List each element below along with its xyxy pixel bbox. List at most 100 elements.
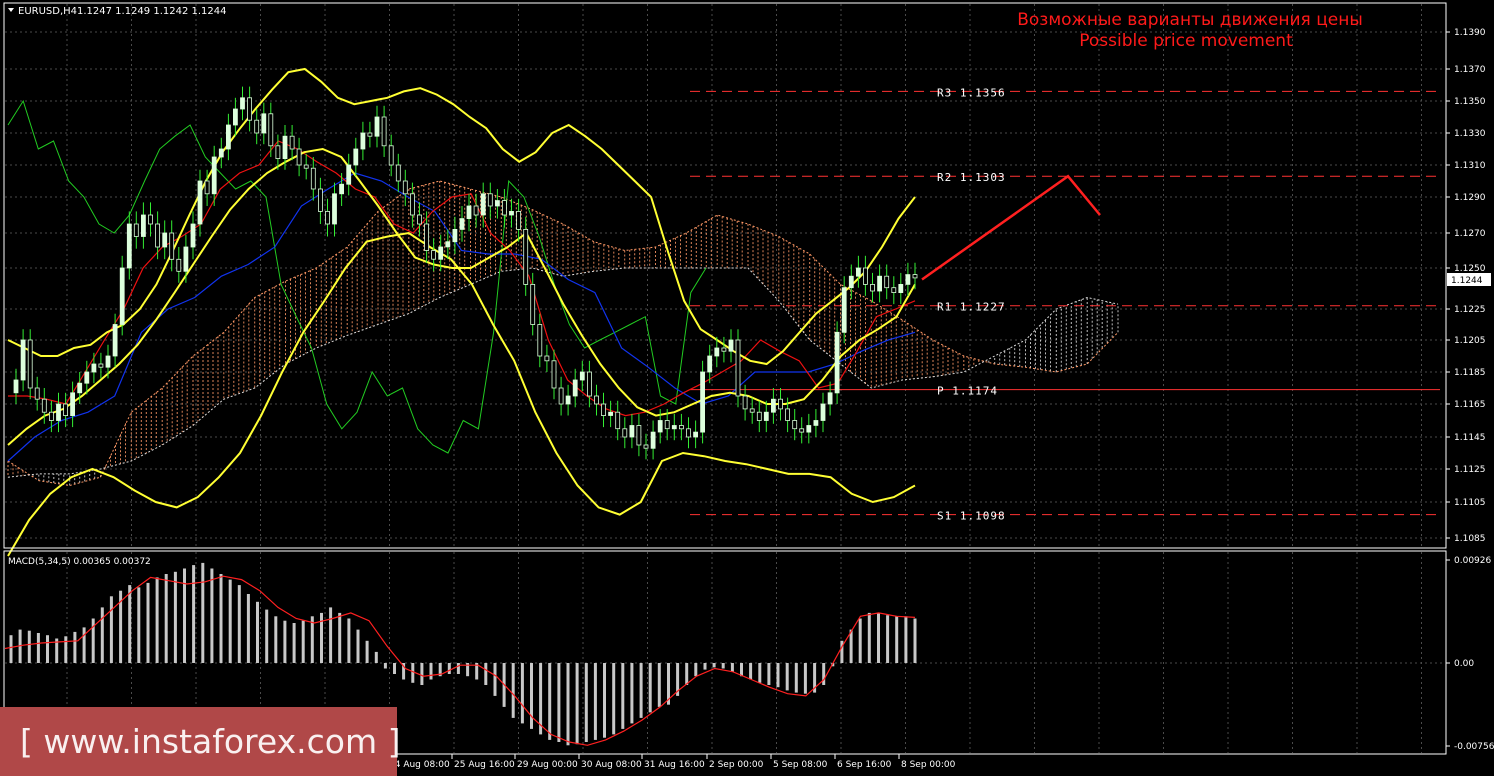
macd-bar bbox=[265, 609, 269, 663]
macd-bar bbox=[109, 596, 113, 663]
candle-bear bbox=[473, 205, 479, 216]
price-tick-label: 1.1270 bbox=[1454, 229, 1486, 239]
candle-bear bbox=[41, 398, 47, 413]
macd-bar bbox=[192, 565, 196, 663]
macd-bar bbox=[329, 607, 333, 663]
candle-bull bbox=[452, 228, 458, 243]
candle-bull bbox=[374, 116, 380, 137]
ohlc-values: 1.1247 1.1249 1.1242 1.1244 bbox=[77, 6, 227, 17]
price-tick-label: 1.1310 bbox=[1454, 161, 1486, 171]
candle-bear bbox=[268, 113, 274, 147]
candle-bull bbox=[459, 218, 465, 230]
macd-bar bbox=[584, 663, 588, 742]
candle-bear bbox=[310, 167, 316, 190]
macd-bar bbox=[694, 663, 698, 677]
chart-menu-triangle-icon[interactable] bbox=[8, 8, 14, 12]
candle-bear bbox=[679, 425, 684, 430]
candle-bull bbox=[650, 431, 656, 449]
macd-bar bbox=[877, 612, 880, 663]
candle-bear bbox=[34, 387, 40, 400]
macd-bar bbox=[776, 663, 780, 688]
candle-bear bbox=[431, 250, 437, 260]
candle-bull bbox=[700, 371, 705, 433]
macd-bar bbox=[520, 663, 524, 724]
candle-bull bbox=[572, 379, 578, 397]
candle-bear bbox=[523, 228, 529, 285]
annotation-russian: Возможные варианты движения цены bbox=[1017, 10, 1363, 30]
candle-bull bbox=[282, 135, 288, 159]
candle-bear bbox=[558, 387, 564, 405]
macd-bar bbox=[9, 635, 13, 663]
candle-bear bbox=[381, 116, 387, 147]
macd-bar bbox=[73, 631, 77, 663]
candle-bear bbox=[27, 339, 33, 389]
time-tick-label: 24 Aug 08:00 bbox=[389, 760, 450, 770]
macd-bar bbox=[794, 663, 798, 693]
candle-bear bbox=[863, 267, 868, 285]
candle-bull bbox=[877, 275, 882, 292]
macd-bar bbox=[730, 663, 734, 672]
candle-bear bbox=[912, 274, 918, 279]
macd-bar bbox=[803, 663, 807, 694]
candle-bull bbox=[119, 267, 125, 325]
candle-bull bbox=[565, 395, 571, 405]
macd-bar bbox=[374, 651, 378, 663]
macd-bar bbox=[82, 627, 86, 663]
ichimoku-cloud bbox=[7, 180, 1119, 487]
candle-bear bbox=[884, 275, 890, 289]
macd-bar bbox=[749, 663, 753, 680]
candle-bear bbox=[615, 411, 621, 430]
macd-bar bbox=[447, 663, 451, 674]
macd-bar bbox=[393, 663, 396, 674]
macd-bar bbox=[575, 663, 579, 745]
candle-bull bbox=[848, 275, 854, 289]
macd-bar bbox=[155, 577, 159, 663]
macd-bar bbox=[493, 663, 497, 696]
candle-bull bbox=[190, 223, 196, 248]
candle-bear bbox=[587, 371, 592, 397]
time-tick-label: 29 Aug 00:00 bbox=[517, 760, 578, 770]
candle-bear bbox=[98, 363, 104, 368]
macd-bar bbox=[703, 663, 707, 670]
candle-bull bbox=[806, 425, 812, 433]
candle-bull bbox=[339, 183, 345, 195]
candle-bull bbox=[714, 347, 720, 357]
candle-bear bbox=[49, 411, 54, 421]
price-tick-label: 1.1085 bbox=[1454, 534, 1486, 544]
price-tick-label: 1.1145 bbox=[1454, 433, 1486, 443]
price-tick-label: 1.1390 bbox=[1454, 28, 1486, 38]
macd-bar bbox=[173, 571, 177, 663]
pivot-label-s1: S1 1.1098 bbox=[937, 510, 1006, 523]
price-tick-label: 1.1350 bbox=[1454, 97, 1486, 107]
pivot-label-r1: R1 1.1227 bbox=[937, 301, 1006, 314]
macd-bar bbox=[767, 663, 771, 685]
candle-bull bbox=[91, 363, 97, 373]
candle-bull bbox=[438, 246, 444, 260]
price-tick-label: 1.1225 bbox=[1454, 305, 1486, 315]
candle-bear bbox=[63, 403, 68, 417]
candle-bull bbox=[353, 148, 359, 166]
candle-bear bbox=[487, 193, 493, 207]
macd-bar bbox=[740, 663, 743, 677]
macd-bar bbox=[886, 615, 890, 663]
candle-bull bbox=[332, 193, 337, 225]
macd-bar bbox=[621, 663, 625, 729]
macd-bar bbox=[822, 663, 826, 685]
candle-bear bbox=[388, 145, 394, 166]
time-tick-label: 31 Aug 16:00 bbox=[644, 760, 705, 770]
candle-bull bbox=[657, 420, 663, 433]
candle-bull bbox=[112, 324, 118, 357]
candle-bear bbox=[176, 258, 182, 272]
macd-bar bbox=[712, 663, 716, 668]
macd-bar bbox=[46, 635, 49, 663]
candle-bear bbox=[367, 132, 373, 137]
candle-bull bbox=[466, 205, 472, 220]
pivot-label-p: P 1.1174 bbox=[937, 385, 998, 398]
candle-bull bbox=[629, 425, 635, 438]
candle-bull bbox=[211, 156, 217, 195]
candle-bear bbox=[601, 403, 606, 417]
macd-bar bbox=[146, 582, 150, 663]
indicator-lines bbox=[7, 67, 916, 557]
macd-bar bbox=[639, 663, 643, 718]
price-tick-label: 1.1105 bbox=[1454, 498, 1486, 508]
